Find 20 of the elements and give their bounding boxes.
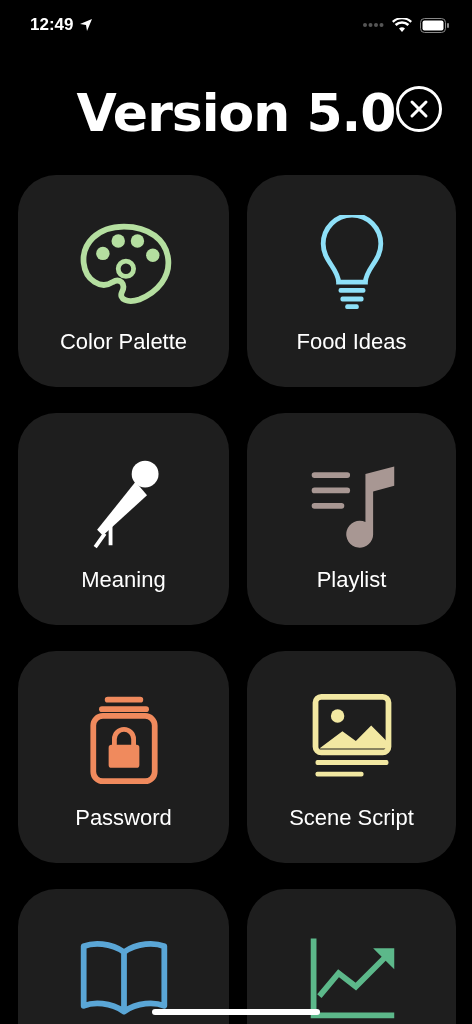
battery-icon [420,17,450,33]
page-title: Version 5.0 [76,82,396,143]
menu-tile[interactable]: Playlist [247,413,456,625]
tile-label: Meaning [81,567,166,593]
status-time: 12:49 [30,15,74,35]
tile-label: Password [75,805,172,831]
location-arrow-icon [79,18,94,32]
signal-dots-icon [362,22,384,28]
menu-tile[interactable]: Meaning [18,413,229,625]
menu-tile[interactable]: Food Ideas [247,175,456,387]
tile-label: Playlist [316,567,387,593]
wifi-icon [392,17,412,33]
close-icon [409,99,429,119]
tile-label: Scene Script [289,805,414,831]
menu-tile[interactable]: Scene Script [247,651,456,863]
menu-tile[interactable]: Color Palette [18,175,229,387]
menu-tile[interactable]: Password [18,651,229,863]
tile-label: Food Ideas [296,329,407,355]
close-button[interactable] [396,86,442,132]
tile-label: Color Palette [59,329,188,355]
